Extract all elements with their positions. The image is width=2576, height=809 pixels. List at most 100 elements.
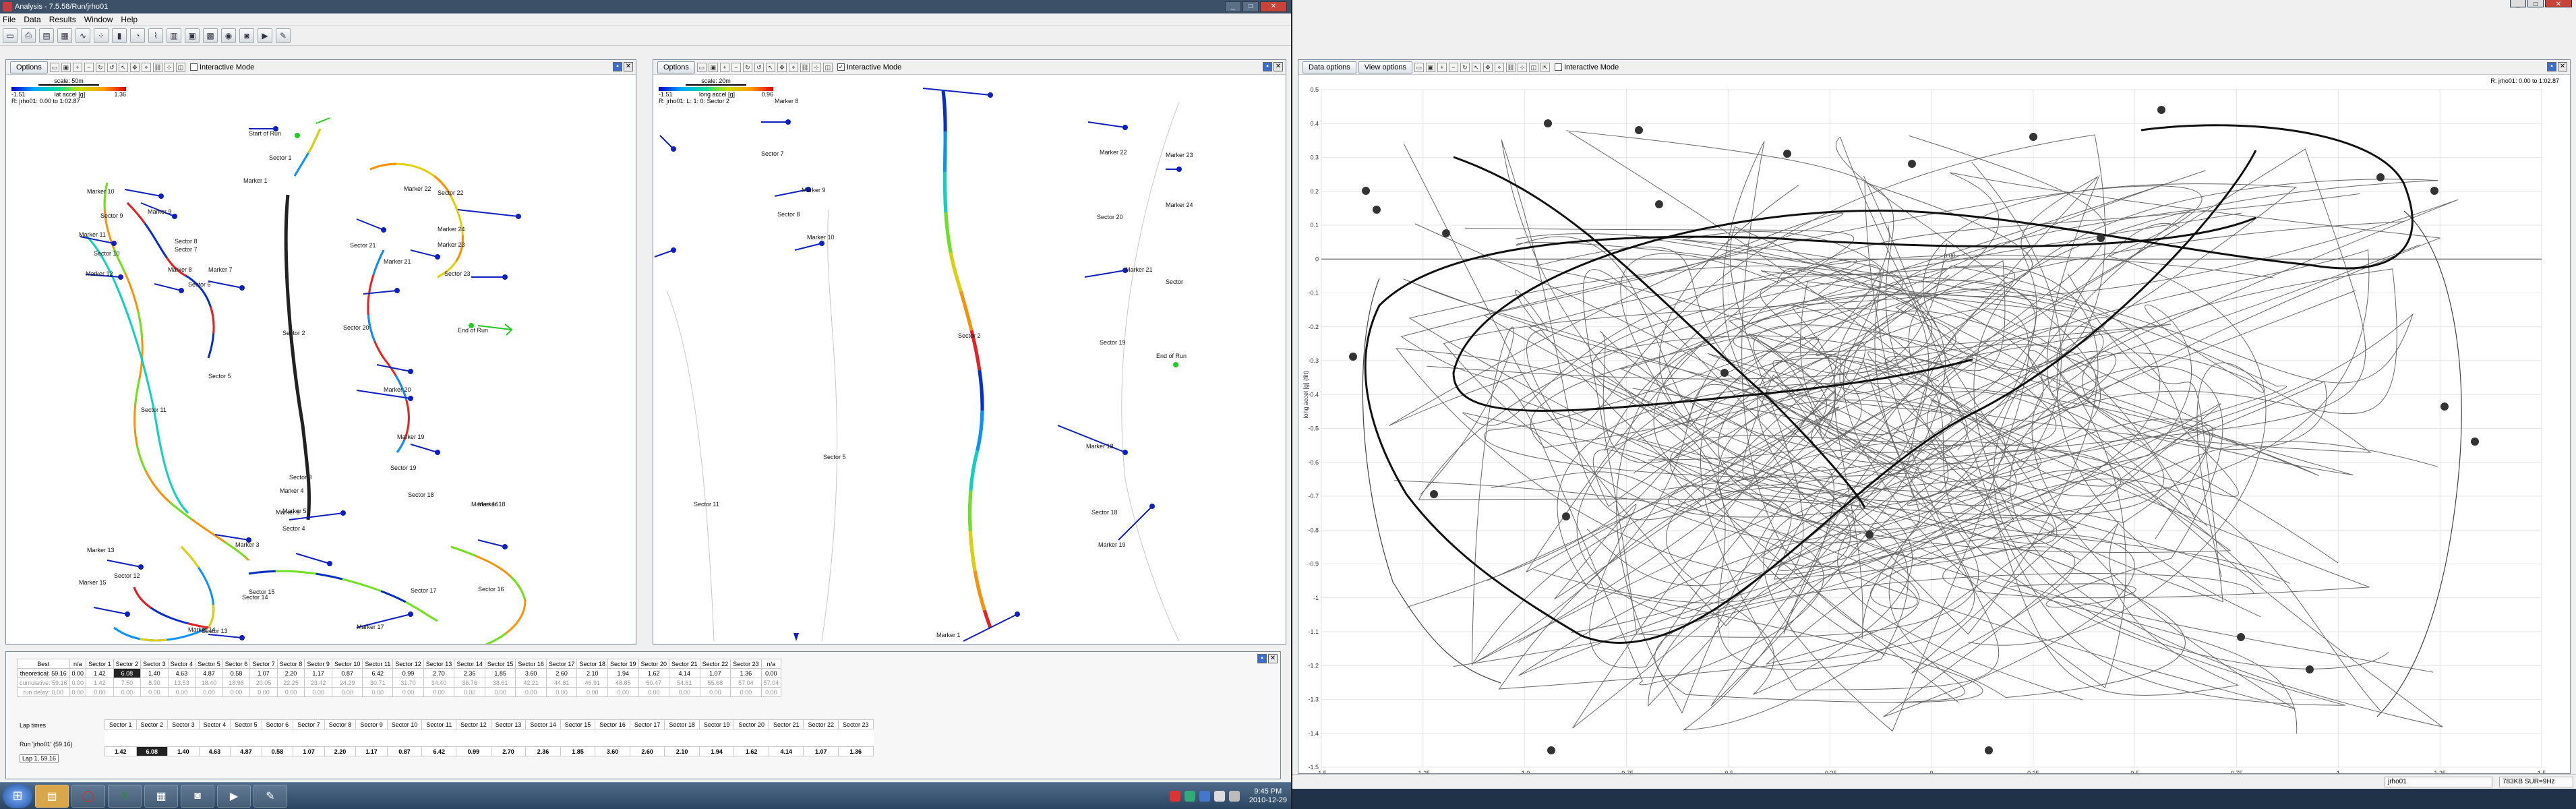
track-icon[interactable]: ⌇ xyxy=(148,28,163,43)
column-header[interactable]: Sector 3 xyxy=(140,659,169,669)
marker-dot[interactable] xyxy=(785,119,791,125)
start-of-run-marker[interactable] xyxy=(295,133,300,138)
marker-dot[interactable] xyxy=(340,510,346,516)
column-header[interactable]: Sector 19 xyxy=(698,719,735,729)
minimize-button[interactable]: _ xyxy=(2510,0,2526,8)
maximize-button[interactable]: □ xyxy=(1242,1,1259,12)
pane-dock-button[interactable]: ▪ xyxy=(2547,62,2556,71)
taskbar-tool-icon[interactable]: ✎ xyxy=(253,784,287,808)
table-row[interactable]: theoretical: 59.16 0.00 1.42 6.08 1.40 4.63 4.… xyxy=(17,668,782,678)
view-options-button[interactable]: View options xyxy=(1358,61,1412,73)
marker-dot[interactable] xyxy=(435,450,440,455)
column-header[interactable]: Sector 21 xyxy=(768,719,804,729)
column-header[interactable]: Sector 15 xyxy=(560,719,596,729)
tray-icon[interactable] xyxy=(1169,790,1180,802)
column-header[interactable]: Sector 6 xyxy=(222,659,251,669)
table-row[interactable]: run delay: 0.00 0.00 0.00 0.00 0.00 0.00 0.00 0… xyxy=(17,687,782,697)
column-header[interactable]: Sector 12 xyxy=(392,659,424,669)
sector-marker-dot[interactable] xyxy=(2237,633,2245,641)
line-chart-icon[interactable]: ∿ xyxy=(76,28,90,43)
marker-dot[interactable] xyxy=(671,247,676,253)
close-button[interactable]: ✕ xyxy=(2545,0,2572,8)
column-header[interactable]: Sector 2 xyxy=(113,659,142,669)
marker-icon[interactable]: ⌖ xyxy=(788,62,798,72)
column-header[interactable]: n/a xyxy=(760,659,782,669)
column-header[interactable]: Sector 8 xyxy=(276,659,305,669)
grid-icon[interactable]: ▦ xyxy=(57,28,72,43)
zoom-fit-icon[interactable]: ▣ xyxy=(708,62,718,72)
interactive-mode-checkbox[interactable] xyxy=(189,63,198,71)
zoom-in-icon[interactable]: + xyxy=(719,62,729,72)
open-icon[interactable]: ▤ xyxy=(39,28,54,43)
column-header[interactable]: Sector 10 xyxy=(331,659,363,669)
marker-dot[interactable] xyxy=(179,288,184,293)
column-header[interactable]: Sector 20 xyxy=(638,659,670,669)
table-icon[interactable]: ▥ xyxy=(167,28,181,43)
cursor-icon[interactable]: ↖ xyxy=(765,62,775,72)
report-icon[interactable]: ▣ xyxy=(185,28,200,43)
sector-marker-dot[interactable] xyxy=(1720,369,1729,377)
column-header[interactable]: Sector 23 xyxy=(838,719,874,729)
gg-scatter-plot[interactable]: 0.5 0.4 0.3 0.2 0.1 0 -0.1 -0.2 -0.3 -0.4 -0.5 -0.6… xyxy=(1298,76,2570,773)
marker-dot[interactable] xyxy=(502,544,508,549)
marker-dot[interactable] xyxy=(408,396,413,401)
marker-dot[interactable] xyxy=(1122,125,1128,130)
taskbar-app-icon[interactable]: ◙ xyxy=(181,784,214,808)
rotate-icon[interactable]: ↻ xyxy=(742,62,752,72)
interactive-mode-checkbox[interactable] xyxy=(1554,63,1562,71)
pane-dock-button[interactable]: ▪ xyxy=(1257,654,1267,663)
layers-icon[interactable]: ◫ xyxy=(822,62,833,72)
marker-dot[interactable] xyxy=(671,146,676,152)
marker-dot[interactable] xyxy=(394,288,400,293)
pan-icon[interactable]: ✥ xyxy=(777,62,787,72)
options-button[interactable]: Options xyxy=(10,61,48,73)
menu-data[interactable]: Data xyxy=(24,15,40,24)
export-icon[interactable]: ⇱ xyxy=(1540,62,1550,72)
marker-dot[interactable] xyxy=(1015,611,1020,617)
menu-window[interactable]: Window xyxy=(84,15,113,24)
track-map-canvas[interactable]: Start of Run Sector 1 Marker 1 Sector 2 Mark… xyxy=(6,75,636,644)
column-header[interactable]: Sector 4 xyxy=(198,719,231,729)
marker-dot[interactable] xyxy=(435,254,440,260)
column-header[interactable]: Sector 17 xyxy=(545,659,578,669)
lap-row[interactable]: 1.42 6.08 1.40 4.63 4.87 0.58 1.07 2.20 1.17 0.87… xyxy=(104,746,874,756)
column-header[interactable]: Sector 11 xyxy=(421,719,457,729)
camera-icon[interactable]: ◙ xyxy=(239,28,254,43)
taskbar-analysis-icon[interactable]: ▦ xyxy=(144,784,178,808)
maximize-button[interactable]: □ xyxy=(2527,0,2544,8)
tray-icon[interactable] xyxy=(1184,790,1195,802)
pane-close-button[interactable]: ✕ xyxy=(2558,62,2567,71)
sector-marker-dot[interactable] xyxy=(1362,187,1370,195)
column-header[interactable]: Sector 8 xyxy=(324,719,357,729)
column-header[interactable]: Sector 5 xyxy=(195,659,223,669)
column-header[interactable]: Sector 16 xyxy=(595,719,630,729)
marker-dot[interactable] xyxy=(1149,504,1155,509)
new-icon[interactable]: ▭ xyxy=(3,28,18,43)
gauge-icon[interactable]: ◔ xyxy=(130,28,145,43)
taskbar-excel-icon[interactable]: X xyxy=(108,784,142,808)
zoom-fit-icon[interactable]: ▣ xyxy=(61,62,71,72)
column-header[interactable]: Sector 21 xyxy=(669,659,700,669)
print-icon[interactable]: ⎙ xyxy=(21,28,36,43)
cursor-icon[interactable]: ↖ xyxy=(1471,62,1481,72)
tray-clock[interactable]: 9:45 PM 2010-12-29 xyxy=(1249,787,1287,805)
column-header[interactable]: Sector 22 xyxy=(699,659,731,669)
column-header[interactable]: Sector 7 xyxy=(249,659,278,669)
minimize-button[interactable]: _ xyxy=(1225,1,1241,12)
column-header[interactable]: Sector 2 xyxy=(136,719,169,729)
marker-icon[interactable]: ⌖ xyxy=(1494,62,1504,72)
menu-help[interactable]: Help xyxy=(121,15,138,24)
options-button[interactable]: Options xyxy=(657,61,695,73)
rotate-icon[interactable]: ↻ xyxy=(1460,62,1470,72)
column-header[interactable]: Sector 14 xyxy=(454,659,485,669)
column-header[interactable]: Sector 5 xyxy=(230,719,262,729)
marker-dot[interactable] xyxy=(819,241,825,246)
link-icon[interactable]: ⛓ xyxy=(800,62,810,72)
sector-marker-dot[interactable] xyxy=(1430,490,1438,498)
marker-dot[interactable] xyxy=(988,92,993,98)
data-options-button[interactable]: Data options xyxy=(1302,61,1356,73)
column-header[interactable]: n/a xyxy=(69,659,87,669)
column-header[interactable]: Best xyxy=(17,659,70,669)
marker-dot[interactable] xyxy=(1176,167,1182,172)
marker-dot[interactable] xyxy=(327,561,332,566)
